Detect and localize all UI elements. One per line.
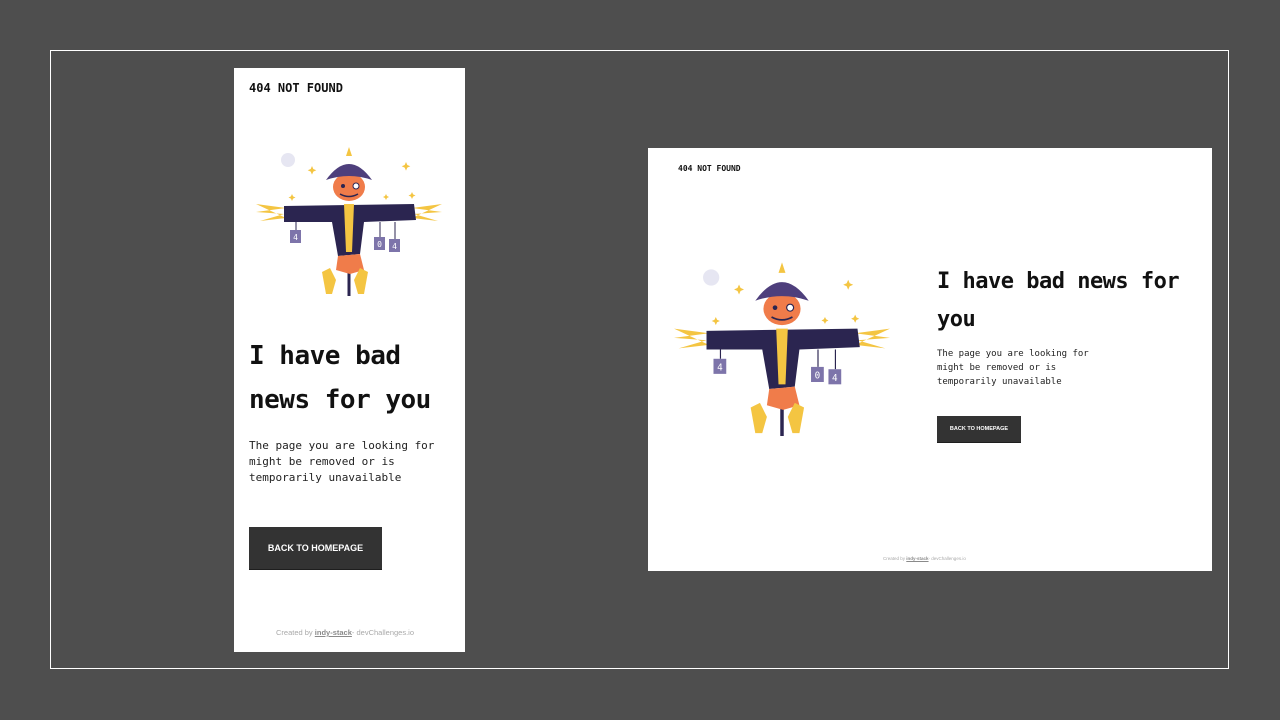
back-to-homepage-button[interactable]: BACK TO HOMEPAGE xyxy=(937,416,1021,442)
footer-suffix: - devChallenges.io xyxy=(351,628,415,637)
footer-prefix: Created by xyxy=(883,556,906,561)
tag-text: 0 xyxy=(377,240,382,249)
desktop-preview: 404 NOT FOUND 4 0 4 I have bad news for … xyxy=(648,148,1212,571)
mobile-preview: 404 NOT FOUND 4 0 4 I have bad news for … xyxy=(234,68,465,652)
footer-suffix: - devChallenges.io xyxy=(928,556,966,561)
author-link[interactable]: indy-stack xyxy=(315,628,352,637)
scarecrow-illustration: 4 0 4 xyxy=(256,145,442,296)
tag-text: 4 xyxy=(293,233,298,242)
headline: I have bad news for you xyxy=(249,341,431,415)
tag-text: 4 xyxy=(717,362,723,373)
footer-credit: Created by indy-stack- devChallenges.io xyxy=(883,556,966,561)
tag-text: 4 xyxy=(392,242,397,251)
description: The page you are looking for might be re… xyxy=(937,349,1089,387)
brand-logo[interactable]: 404 NOT FOUND xyxy=(249,81,343,95)
headline: I have bad news for you xyxy=(937,269,1180,332)
footer-prefix: Created by xyxy=(276,628,313,637)
footer-credit: Created by indy-stack- devChallenges.io xyxy=(276,628,414,637)
description: The page you are looking for might be re… xyxy=(249,439,435,484)
back-to-homepage-button[interactable]: BACK TO HOMEPAGE xyxy=(249,527,382,569)
brand-logo[interactable]: 404 NOT FOUND xyxy=(678,164,741,173)
author-link[interactable]: indy-stack xyxy=(906,556,928,561)
scarecrow-illustration: 4 0 4 xyxy=(674,260,890,436)
tag-text: 4 xyxy=(832,373,838,384)
tag-text: 0 xyxy=(815,371,821,382)
